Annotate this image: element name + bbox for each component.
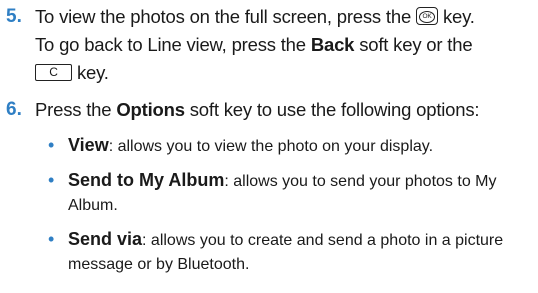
- c-key-icon: C: [35, 63, 72, 81]
- step-text: To view the photos on the full screen, p…: [35, 3, 528, 87]
- step-5-line3-end: key.: [76, 62, 109, 83]
- bullet-icon: •: [48, 170, 55, 190]
- step-5-line2-end: soft key or the: [359, 34, 473, 55]
- step-5-line1: To view the photos on the full screen, p…: [35, 6, 412, 27]
- list-item: • Send via: allows you to create and sen…: [48, 227, 528, 277]
- back-softkey-label: Back: [310, 34, 355, 55]
- ok-key-label: OK: [419, 10, 435, 23]
- step-6-pre: Press the: [35, 99, 112, 120]
- options-softkey-label: Options: [116, 99, 185, 120]
- option-term: View: [68, 135, 109, 155]
- step-text: Press the Options soft key to use the fo…: [35, 96, 528, 124]
- options-list: • View: allows you to view the photo on …: [48, 133, 528, 277]
- bullet-icon: •: [48, 229, 55, 249]
- step-6-post: soft key to use the following options:: [189, 99, 480, 120]
- bullet-icon: •: [48, 135, 55, 155]
- manual-page: 5. To view the photos on the full screen…: [0, 0, 538, 293]
- option-desc: : allows you to view the photo on your d…: [108, 138, 434, 155]
- step-5-line2: To go back to Line view, press the: [35, 34, 306, 55]
- step-5-line1-end: key.: [442, 6, 475, 27]
- step-number: 6.: [6, 99, 22, 120]
- option-term: Send via: [68, 229, 143, 249]
- option-term: Send to My Album: [68, 170, 225, 190]
- list-item: • View: allows you to view the photo on …: [48, 133, 528, 159]
- step-number: 5.: [6, 6, 22, 27]
- ok-key-icon: OK: [416, 7, 438, 26]
- list-item: • Send to My Album: allows you to send y…: [48, 168, 528, 218]
